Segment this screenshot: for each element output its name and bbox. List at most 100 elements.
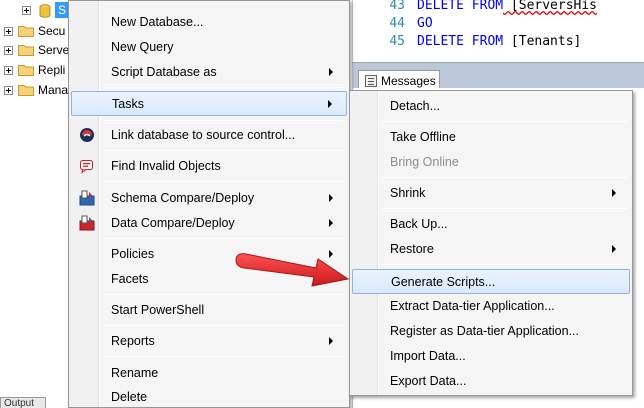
menu-item-new-query[interactable]: New Query [71,36,347,58]
menu-separator [103,120,345,121]
menu-item-label: Data Compare/Deploy [111,216,235,230]
menu-item-label: Delete [111,390,148,404]
sql-text: [Tenants] [503,34,582,49]
menu-item-import-data[interactable]: Import Data... [352,345,630,367]
tree-node-security[interactable]: Secu [0,21,65,41]
sql-keyword: GO [417,16,433,31]
tree-node-label[interactable]: S [55,2,70,18]
menu-item-extract-data-tier-application[interactable]: Extract Data-tier Application... [352,295,630,317]
line-number: 45 [389,34,405,49]
submenu-arrow-icon [329,219,333,227]
database-context-menu: New Database... New Query Script Databas… [68,0,350,408]
sql-keyword: DELETE FROM [417,0,504,13]
menu-item-data-compare-deploy[interactable]: Data Compare/Deploy [71,212,347,234]
menu-separator [382,177,628,178]
menu-separator [382,208,628,209]
query-editor[interactable]: 43 DELETE FROM [ServersHis 44 GO 45 DELETE … [352,0,644,62]
menu-item-register-data-tier-application[interactable]: Register as Data-tier Application... [352,320,630,342]
menu-item-rename[interactable]: Rename [71,362,347,384]
menu-separator [103,238,345,239]
submenu-arrow-icon [329,68,333,76]
folder-icon [18,84,34,96]
menu-item-label: Generate Scripts... [391,274,496,289]
menu-item-label: Restore [390,242,434,256]
tasks-submenu: Detach... Take Offline Bring Online Shri… [349,90,633,396]
menu-item-delete[interactable]: Delete [71,386,347,408]
schema-compare-icon [79,190,95,206]
find-invalid-icon [79,158,95,174]
menu-item-shrink[interactable]: Shrink [352,182,630,204]
menu-item-label: Import Data... [390,349,466,363]
expand-icon[interactable] [4,26,13,36]
folder-icon [18,25,34,37]
tree-node-label[interactable]: Repli [38,63,65,77]
tree-node-label[interactable]: Serve [38,43,69,57]
menu-item-label: Schema Compare/Deploy [111,191,255,205]
menu-separator [103,87,345,88]
menu-item-script-database-as[interactable]: Script Database as [71,61,347,83]
menu-item-label: Find Invalid Objects [111,159,221,173]
tab-messages[interactable]: Messages [358,70,440,90]
expand-icon[interactable] [4,45,13,55]
submenu-arrow-icon [329,337,333,345]
menu-item-restore[interactable]: Restore [352,238,630,260]
menu-separator [103,356,345,357]
menu-separator [103,325,345,326]
expand-icon[interactable] [4,65,13,75]
data-compare-icon [79,215,95,231]
messages-icon [365,74,377,87]
tab-output[interactable]: Output [0,397,46,408]
menu-item-find-invalid-objects[interactable]: Find Invalid Objects [71,155,347,177]
sql-keyword: DELETE FROM [417,34,504,49]
menu-item-label: Register as Data-tier Application... [390,324,579,338]
menu-item-reports[interactable]: Reports [71,330,347,352]
results-tab-strip: Messages [352,62,644,90]
menu-item-label: Shrink [390,186,426,200]
menu-item-label: Start PowerShell [111,303,205,317]
menu-separator [103,150,345,151]
menu-item-label: Facets [111,272,149,286]
menu-item-label: Link database to source control... [111,128,296,142]
menu-item-label: Extract Data-tier Application... [390,299,555,313]
expand-icon[interactable] [4,85,13,95]
submenu-arrow-icon [328,100,332,108]
menu-item-label: Back Up... [390,217,448,231]
tree-node-label[interactable]: Mana [38,83,68,97]
menu-item-schema-compare-deploy[interactable]: Schema Compare/Deploy [71,187,347,209]
menu-item-detach[interactable]: Detach... [352,95,630,117]
tree-node-database[interactable]: S [18,0,70,20]
menu-item-export-data[interactable]: Export Data... [352,370,630,392]
menu-item-label: Tasks [112,96,144,111]
menu-separator [382,121,628,122]
expand-icon[interactable] [22,5,31,15]
menu-separator [103,181,345,182]
menu-item-bring-online: Bring Online [352,151,630,173]
submenu-arrow-icon [329,194,333,202]
sql-text: [ServersHis [503,0,598,13]
tree-node-management[interactable]: Mana [0,80,68,100]
code-line: 43 DELETE FROM [ServersHis [353,0,597,14]
menu-item-label: New Query [111,40,174,54]
menu-item-generate-scripts[interactable]: Generate Scripts... [352,269,630,294]
code-line: 45 DELETE FROM [Tenants] [353,34,581,50]
menu-item-link-source-control[interactable]: Link database to source control... [71,124,347,146]
source-control-icon [79,127,95,143]
tree-node-server-objects[interactable]: Serve [0,40,69,60]
tree-node-replication[interactable]: Repli [0,60,65,80]
menu-item-label: Bring Online [390,155,459,169]
line-number: 44 [389,16,405,31]
menu-item-new-database[interactable]: New Database... [71,11,347,33]
menu-item-label: New Database... [111,15,204,29]
menu-separator [103,294,345,295]
menu-item-take-offline[interactable]: Take Offline [352,126,630,148]
submenu-arrow-icon [612,189,616,197]
menu-item-start-powershell[interactable]: Start PowerShell [71,299,347,321]
tree-node-label[interactable]: Secu [38,24,65,38]
menu-item-back-up[interactable]: Back Up... [352,213,630,235]
menu-item-tasks[interactable]: Tasks [71,91,347,116]
folder-icon [18,44,34,56]
menu-item-label: Export Data... [390,374,467,388]
folder-icon [18,64,34,76]
menu-item-label: Policies [111,247,155,261]
red-arrow-annotation [235,253,350,287]
